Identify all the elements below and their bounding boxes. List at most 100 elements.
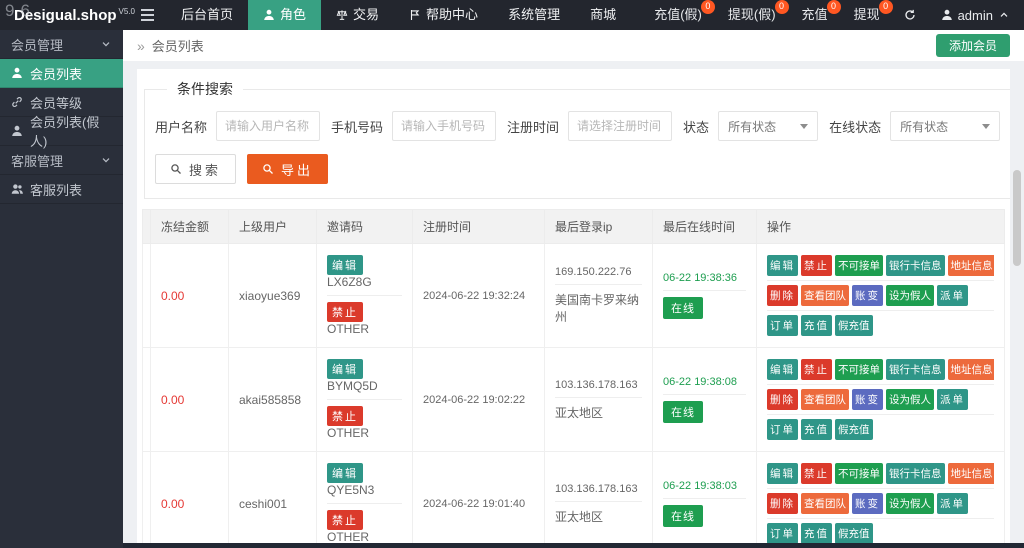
nav-item-help-center[interactable]: 帮助中心: [394, 0, 493, 30]
dispatch-order-button[interactable]: 派单: [937, 389, 968, 410]
order-button[interactable]: 订单: [767, 315, 798, 336]
order-button[interactable]: 订单: [767, 419, 798, 440]
no-accept-order-button[interactable]: 不可接单: [835, 359, 883, 380]
fake-recharge-button[interactable]: 假充值: [835, 419, 873, 440]
edit-button[interactable]: 编辑: [767, 463, 798, 484]
shortcut-withdraw[interactable]: 提现 0: [841, 0, 893, 30]
add-member-button[interactable]: 添加会员: [935, 34, 1010, 57]
sidebar-item-member-list-fake[interactable]: 会员列表(假人): [0, 115, 123, 149]
nav-item-trade[interactable]: 交易: [321, 0, 394, 30]
set-as-fake-button[interactable]: 设为假人: [886, 493, 934, 514]
online-status-row: 在线: [663, 498, 746, 533]
nav-item-home[interactable]: 后台首页: [166, 0, 248, 30]
online-status-select[interactable]: 所有状态: [890, 111, 1001, 141]
no-accept-order-button[interactable]: 不可接单: [835, 255, 883, 276]
bank-card-info-button[interactable]: 银行卡信息: [886, 359, 945, 380]
nav-item-mall[interactable]: 商城: [575, 0, 631, 30]
set-as-fake-button[interactable]: 设为假人: [886, 285, 934, 306]
nav-item-label: 交易: [353, 7, 380, 22]
set-as-fake-button[interactable]: 设为假人: [886, 389, 934, 410]
address-info-button[interactable]: 地址信息: [947, 359, 994, 380]
ban-button[interactable]: 禁止: [801, 359, 832, 380]
address-info-button[interactable]: 地址信息: [947, 463, 994, 484]
view-team-button[interactable]: 查看团队: [801, 285, 849, 306]
invite-edit-button[interactable]: 编辑: [327, 359, 363, 379]
online-status-row: 在线: [663, 290, 746, 325]
edit-button[interactable]: 编辑: [767, 255, 798, 276]
user-menu[interactable]: admin: [927, 8, 1024, 23]
operation-row: 删除 查看团队 账变 设为假人 派单: [767, 280, 994, 310]
dispatch-order-button[interactable]: 派单: [937, 493, 968, 514]
invite-ban-button[interactable]: 禁止: [327, 302, 363, 322]
sidebar-item-member-list[interactable]: 会员列表: [0, 59, 123, 88]
main-area: » 会员列表 添加会员 条件搜索 用户名称手机号码注册时间状态所有状态在线状态所…: [123, 30, 1024, 548]
shortcut-withdraw-fake[interactable]: 提现(假) 0: [715, 0, 789, 30]
nav-item-label: 角色: [280, 7, 307, 22]
view-team-button[interactable]: 查看团队: [801, 389, 849, 410]
search-button-label: 搜索: [189, 162, 222, 178]
order-button[interactable]: 订单: [767, 523, 798, 544]
last-login-ip-cell: 169.150.222.76 美国南卡罗来纳州: [544, 243, 653, 348]
sidebar-item-customer-service-list[interactable]: 客服列表: [0, 175, 123, 204]
invite-ban-button[interactable]: 禁止: [327, 406, 363, 426]
register-time-input[interactable]: [568, 111, 673, 141]
invite-ban-button[interactable]: 禁止: [327, 510, 363, 530]
ban-button[interactable]: 禁止: [801, 463, 832, 484]
invite-edit-button[interactable]: 编辑: [327, 463, 363, 483]
delete-button[interactable]: 删除: [767, 493, 798, 514]
phone-input[interactable]: [392, 111, 497, 141]
fake-recharge-button[interactable]: 假充值: [835, 315, 873, 336]
username-input[interactable]: [216, 111, 321, 141]
fake-recharge-button[interactable]: 假充值: [835, 523, 873, 544]
nav-item-system-manage[interactable]: 系统管理: [493, 0, 575, 30]
last-login-ip-cell: 103.136.178.163 亚太地区: [544, 347, 653, 452]
frozen-amount-value: 0.00: [161, 392, 185, 407]
export-button[interactable]: 导出: [247, 154, 329, 184]
last-online-time-cell: 06-22 19:38:36 在线: [652, 243, 757, 348]
username-label: 用户名称: [155, 119, 208, 135]
status-select[interactable]: 所有状态: [718, 111, 819, 141]
ban-button[interactable]: 禁止: [801, 255, 832, 276]
no-accept-order-button[interactable]: 不可接单: [835, 463, 883, 484]
recharge-button[interactable]: 充值: [801, 419, 832, 440]
vertical-scrollbar[interactable]: [1013, 170, 1021, 266]
shortcut-label: 提现: [853, 7, 880, 22]
user-icon: [941, 9, 953, 21]
dispatch-order-button[interactable]: 派单: [937, 285, 968, 306]
shortcut-recharge-fake[interactable]: 充值(假) 0: [641, 0, 715, 30]
breadcrumb-arrow-icon: »: [137, 37, 145, 54]
sidebar-group-label: 客服管理: [11, 153, 64, 169]
frozen-amount-cell: 0.00: [150, 243, 229, 348]
account-change-button[interactable]: 账变: [852, 389, 883, 410]
sidebar-item-label: 会员等级: [30, 95, 83, 111]
refresh-button[interactable]: [893, 9, 927, 21]
invite-edit-button[interactable]: 编辑: [327, 255, 363, 275]
nav-item-label: 系统管理: [508, 7, 561, 22]
delete-button[interactable]: 删除: [767, 389, 798, 410]
account-change-button[interactable]: 账变: [852, 493, 883, 514]
sidebar-group-member-management[interactable]: 会员管理: [0, 30, 123, 59]
ip-value: 103.136.178.163: [555, 378, 638, 391]
edit-button[interactable]: 编辑: [767, 359, 798, 380]
bank-card-info-button[interactable]: 银行卡信息: [886, 463, 945, 484]
view-team-button[interactable]: 查看团队: [801, 493, 849, 514]
notification-badge: 0: [774, 0, 789, 14]
recharge-button[interactable]: 充值: [801, 315, 832, 336]
notification-badge: 0: [700, 0, 715, 14]
last-login-ip-cell: 103.136.178.163 亚太地区: [544, 451, 653, 548]
frozen-amount-value: 0.00: [161, 496, 185, 511]
search-button[interactable]: 搜索: [155, 154, 237, 184]
top-bar-right: 充值(假) 0 提现(假) 0 充值 0 提现 0 admin: [641, 0, 1024, 30]
recharge-button[interactable]: 充值: [801, 523, 832, 544]
shortcut-recharge[interactable]: 充值 0: [789, 0, 841, 30]
bank-card-info-button[interactable]: 银行卡信息: [886, 255, 945, 276]
nav-item-role[interactable]: 角色: [248, 0, 322, 30]
search-field-username: 用户名称: [155, 111, 321, 141]
status-select-value: 所有状态: [728, 119, 777, 134]
shortcut-label: 充值(假): [654, 7, 702, 22]
address-info-button[interactable]: 地址信息: [947, 255, 994, 276]
delete-button[interactable]: 删除: [767, 285, 798, 306]
sidebar-group-customer-service-management[interactable]: 客服管理: [0, 146, 123, 175]
account-change-button[interactable]: 账变: [852, 285, 883, 306]
horizontal-scrollbar[interactable]: [123, 543, 1024, 548]
